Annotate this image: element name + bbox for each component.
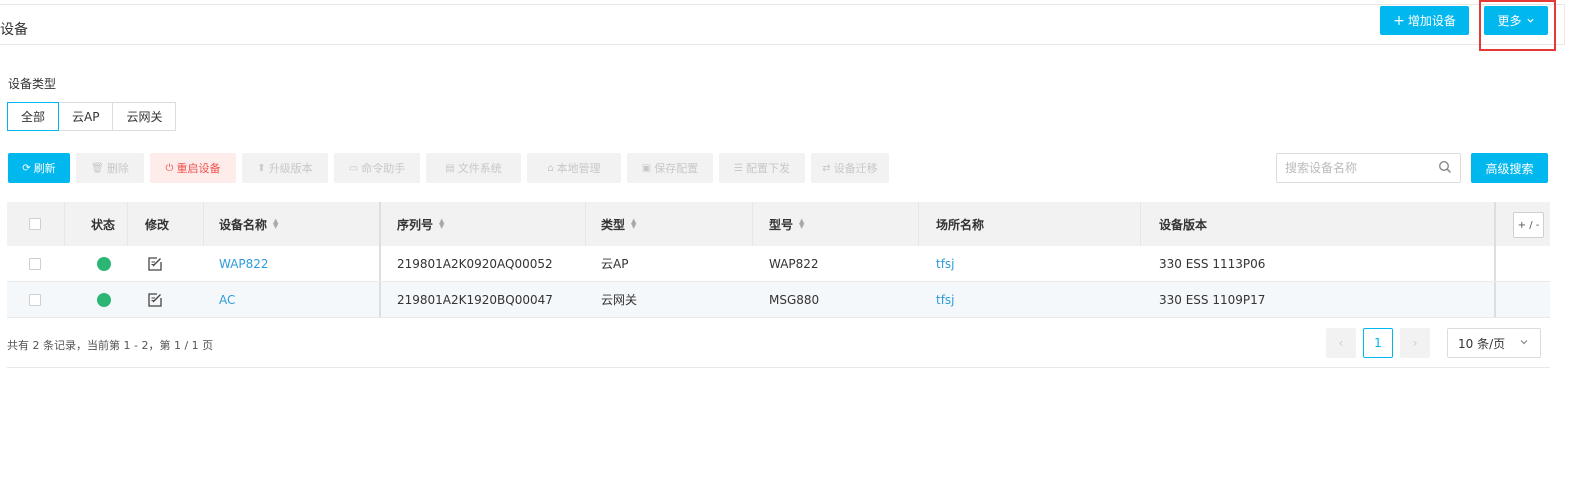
col-site: 场所名称 [936,217,985,232]
site-link[interactable]: tfsj [936,246,955,281]
filesystem-button[interactable]: ▤ 文件系统 [426,153,521,183]
table-row: WAP822 219801A2K0920AQ00052 云AP WAP822 t… [7,246,1550,282]
edit-icon[interactable] [147,256,163,272]
folder-icon: ▤ [445,162,455,174]
table-header: 状态 修改 设备名称 ▲ ▼ 序列号 ▲ ▼ 类型 ▲ ▼ 型号 ▲ ▼ 场所名称 设备版本 +… [7,202,1550,246]
list-icon: ☰ [734,162,743,174]
add-device-label: 增加设备 [1407,14,1456,28]
col-type[interactable]: 类型 ▲ ▼ [601,202,636,246]
reboot-label: 重启设备 [176,162,221,175]
upload-arrow-icon: ⬆ [257,162,266,174]
col-model-label: 型号 [769,217,794,232]
migrate-button[interactable]: ⇄ 设备迁移 [811,153,889,183]
device-name-link[interactable]: WAP822 [219,246,269,281]
page-header: 设备 [0,4,1565,45]
online-status-icon [97,292,111,307]
terminal-icon: ▭ [348,162,359,174]
chevron-left-icon: ‹ [1338,336,1344,350]
table-row: AC 219801A2K1920BQ00047 云网关 MSG880 tfsj … [7,282,1550,318]
delete-button[interactable]: 🗑 删除 [76,153,144,183]
model-cell: WAP822 [769,256,819,271]
record-summary: 共有 2 条记录，当前第 1 - 2，第 1 / 1 页 [7,339,214,352]
power-icon: ⏻ [165,162,174,174]
trash-icon: 🗑 [91,162,104,174]
local-manage-button[interactable]: ⌂ 本地管理 [527,153,621,183]
deploy-config-button[interactable]: ☰ 配置下发 [719,153,805,183]
filesystem-label: 文件系统 [457,162,502,175]
page-number-button[interactable]: 1 [1363,328,1393,358]
sort-icon[interactable]: ▲ ▼ [631,218,636,230]
local-manage-label: 本地管理 [556,162,601,175]
highlight-annotation [1479,0,1556,51]
version-cell: 330 ESS 1109P17 [1159,292,1266,307]
save-config-button[interactable]: ▣ 保存配置 [627,153,713,183]
pagination: ‹ 1 › [1326,328,1430,358]
col-status: 状态 [91,217,116,232]
device-type-tabs: 全部 云AP 云网关 [7,102,177,131]
add-device-button[interactable]: + 增加设备 [1380,6,1469,35]
select-all-checkbox-cell [29,202,41,246]
model-cell: MSG880 [769,292,820,307]
type-cell: 云网关 [601,293,638,307]
version-cell: 330 ESS 1113P06 [1159,256,1266,271]
home-icon: ⌂ [547,162,554,174]
column-toggle-button[interactable]: + / - [1513,212,1544,238]
serial-cell: 219801A2K0920AQ00052 [397,256,553,271]
save-config-label: 保存配置 [654,162,699,175]
save-icon: ▣ [641,162,652,174]
row-checkbox[interactable] [29,293,41,306]
col-edit: 修改 [145,217,170,232]
chevron-right-icon: › [1412,336,1418,350]
next-page-button[interactable]: › [1400,328,1430,358]
device-table: 状态 修改 设备名称 ▲ ▼ 序列号 ▲ ▼ 类型 ▲ ▼ 型号 ▲ ▼ 场所名称 设备版本 +… [7,202,1550,318]
type-cell: 云AP [601,257,629,271]
reboot-button[interactable]: ⏻ 重启设备 [150,153,236,183]
upgrade-label: 升级版本 [268,162,313,175]
device-toolbar: ⟳ 刷新 🗑 删除 ⏻ 重启设备 ⬆ 升级版本 ▭ 命令助手 ▤ 文件系统 ⌂ … [8,153,895,183]
sort-icon[interactable]: ▲ ▼ [273,218,278,230]
advanced-search-button[interactable]: 高级搜索 [1471,153,1548,183]
tab-cloud-gateway[interactable]: 云网关 [112,102,177,131]
page-size-value: 10 条/页 [1458,336,1506,351]
prev-page-button[interactable]: ‹ [1326,328,1356,358]
col-serial[interactable]: 序列号 ▲ ▼ [397,202,444,246]
search-field [1276,153,1461,183]
col-model[interactable]: 型号 ▲ ▼ [769,202,804,246]
online-status-icon [97,256,111,271]
sort-icon[interactable]: ▲ ▼ [799,218,804,230]
device-type-label: 设备类型 [8,77,57,91]
row-checkbox[interactable] [29,257,41,270]
migrate-label: 设备迁移 [833,162,878,175]
upgrade-button[interactable]: ⬆ 升级版本 [242,153,328,183]
page-title: 设备 [0,22,28,38]
sort-icon[interactable]: ▲ ▼ [439,218,444,230]
col-name-label: 设备名称 [219,217,268,232]
command-label: 命令助手 [361,162,406,175]
serial-cell: 219801A2K1920BQ00047 [397,292,553,307]
migrate-icon: ⇄ [822,162,831,174]
col-version: 设备版本 [1159,217,1208,232]
col-serial-label: 序列号 [397,217,434,232]
device-name-link[interactable]: AC [219,282,235,317]
plus-icon: + [1393,12,1405,29]
chevron-down-icon [1520,340,1528,345]
refresh-label: 刷新 [33,162,56,175]
search-icon[interactable] [1438,160,1452,174]
search-input[interactable] [1283,160,1437,176]
divider [7,367,1550,368]
col-type-label: 类型 [601,217,626,232]
command-helper-button[interactable]: ▭ 命令助手 [334,153,420,183]
site-link[interactable]: tfsj [936,282,955,317]
col-name[interactable]: 设备名称 ▲ ▼ [219,202,278,246]
tab-cloud-ap[interactable]: 云AP [58,102,114,131]
deploy-config-label: 配置下发 [745,162,790,175]
edit-icon[interactable] [147,292,163,308]
delete-label: 删除 [106,162,129,175]
tab-all[interactable]: 全部 [7,102,60,131]
select-all-checkbox[interactable] [29,218,41,230]
page-size-select[interactable]: 10 条/页 [1447,328,1541,358]
refresh-button[interactable]: ⟳ 刷新 [8,153,70,183]
refresh-icon: ⟳ [22,162,31,174]
